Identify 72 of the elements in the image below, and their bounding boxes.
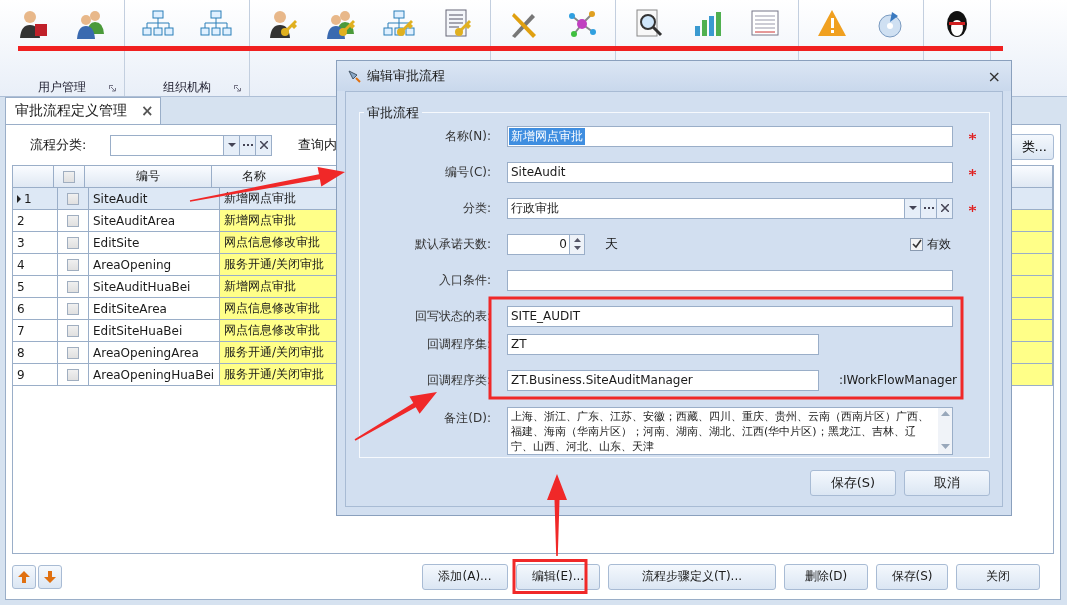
action-button[interactable]: 关闭 [956,563,1040,590]
field-label: 查询内 [298,136,337,154]
field-label: 编号(C): [444,163,491,181]
field-label: 默认承诺天数: [413,235,491,253]
row-number: 9 [17,367,25,382]
dialog-launcher-icon[interactable] [234,85,241,92]
dialog-launcher-icon[interactable] [109,85,116,92]
user-key-icon[interactable] [267,8,299,40]
row-number: 5 [17,279,25,294]
row-number: 3 [17,235,25,250]
scrollbar-arrows-icon[interactable] [940,408,950,452]
checkbox[interactable] [67,368,79,381]
checkbox[interactable] [67,302,79,315]
action-button[interactable]: 保存(S) [876,563,948,590]
interface-label: :IWorkFlowManager [839,373,957,387]
dialog-button[interactable]: 取消 [904,470,990,496]
tab[interactable]: 审批流程定义管理 × [5,97,161,124]
current-row-icon [17,194,21,203]
users-key-icon[interactable] [325,8,357,40]
checkbox[interactable] [67,214,79,227]
number-spinner[interactable]: 0 [507,233,585,255]
dialog-button[interactable]: 保存(S) [810,470,896,496]
magnifier-icon[interactable] [633,8,665,40]
molecule-icon[interactable] [566,8,598,40]
row-number: 1 [24,191,32,206]
user-icon[interactable] [17,8,49,40]
up-arrow-icon[interactable] [18,570,30,583]
field-label: 备注(D): [443,410,491,427]
checkbox[interactable] [67,280,79,293]
text-field[interactable]: ZT.Business.SiteAuditManager [507,369,819,391]
action-button[interactable]: 添加(A)... [422,563,508,590]
text-field[interactable]: SITE_AUDIT [507,305,953,327]
row-number: 4 [17,257,25,272]
tab-label[interactable]: 审批流程定义管理 [15,102,127,120]
close-button[interactable]: × [141,102,154,120]
text-field[interactable] [507,269,953,291]
dialog-title: 编辑审批流程 [367,67,445,85]
row-number: 6 [17,301,25,316]
checkbox[interactable] [67,258,79,271]
clear-icon[interactable] [940,204,949,212]
field-label: 名称(N): [443,127,491,145]
down-arrow-icon[interactable] [44,570,56,583]
text-field[interactable]: ZT [507,333,819,355]
checkbox[interactable] [63,170,75,183]
close-button[interactable]: × [987,66,1001,86]
users-icon[interactable] [75,8,107,40]
group-title: 审批流程 [364,104,422,122]
dropdown-icon[interactable] [227,143,236,147]
text-field[interactable]: SiteAudit [507,161,953,183]
column-header[interactable]: 编号 [85,166,212,187]
unit-label: 天 [605,235,618,253]
group-label: 用户管理 [38,78,86,96]
checkbox[interactable] [67,236,79,249]
checkbox[interactable] [67,346,79,359]
spin-arrows-icon[interactable] [573,237,581,251]
action-button[interactable]: 流程步骤定义(T)... [608,563,776,590]
notes-field[interactable]: 上海、浙江、广东、江苏、安徽；西藏、四川、重庆、贵州、云南（西南片区）广西、福建、海南（华南片区）；河南、湖南、湖北、江西(华中片区)；黑龙江、吉林、辽宁、山西、河北、山东、天津 [507,407,953,455]
checkbox[interactable] [910,237,923,251]
field-label: 流程分类: [30,136,88,154]
category-combo[interactable]: 行政审批 [507,197,953,219]
checkbox[interactable] [67,192,79,205]
clear-icon[interactable] [259,141,268,149]
action-button[interactable]: 编辑(E)... [516,563,600,590]
row-number: 7 [17,323,25,338]
action-button[interactable]: 删除(D) [784,563,868,590]
row-number: 8 [17,345,25,360]
checkbox-label: 有效 [927,235,951,253]
row-number: 2 [17,213,25,228]
move-up-button[interactable] [12,564,36,589]
checkbox[interactable] [67,324,79,337]
move-down-button[interactable] [38,564,62,589]
group-label: 组织机构 [163,78,211,96]
